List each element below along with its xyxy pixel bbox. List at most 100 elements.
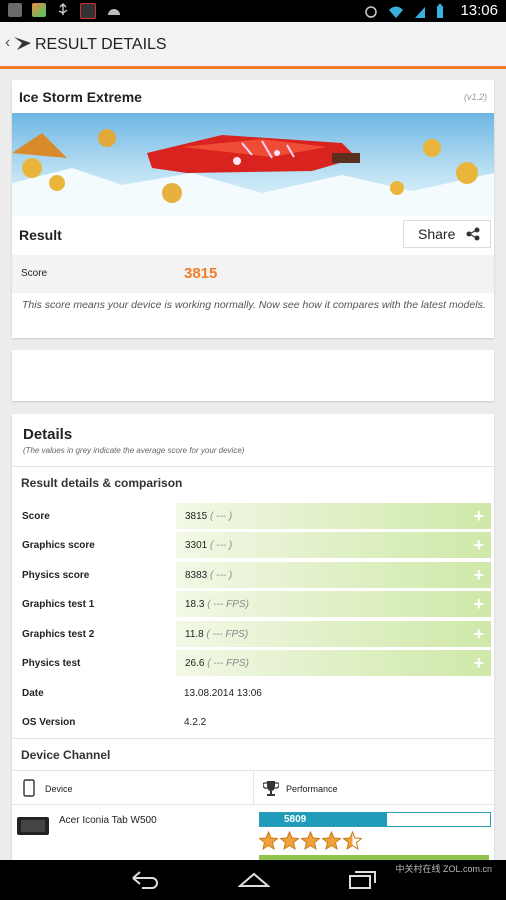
result-label: Result bbox=[19, 227, 62, 243]
detail-value: 3815 bbox=[185, 511, 208, 522]
performance-value: 5809 bbox=[284, 814, 307, 825]
details-title: Details bbox=[23, 426, 73, 443]
gallery-notification-icon bbox=[32, 3, 46, 17]
detail-value-bar: 8383 ( --- ) + bbox=[176, 562, 491, 588]
expand-plus-icon[interactable]: + bbox=[473, 535, 484, 556]
watermark: 中关村在线 ZOL.com.cn bbox=[395, 864, 492, 874]
detail-row-physics-test[interactable]: Physics test 26.6 ( --- FPS) + bbox=[12, 649, 494, 677]
screenshot-notification-icon bbox=[8, 3, 22, 17]
share-icon bbox=[466, 227, 480, 246]
performance-column-header: Performance bbox=[286, 784, 338, 794]
detail-row-os-version: OS Version 4.2.2 bbox=[12, 708, 494, 736]
share-label: Share bbox=[418, 226, 456, 242]
device-table-header: Device Performance bbox=[12, 770, 494, 805]
device-row[interactable]: Acer Iconia Tab W500 5809 bbox=[12, 804, 494, 851]
comparison-section-header: Result details & comparison bbox=[12, 466, 494, 499]
detail-label: Graphics test 1 bbox=[22, 599, 95, 610]
detail-value-bar: 26.6 ( --- FPS) + bbox=[176, 650, 491, 676]
detail-row-graphics-test-1[interactable]: Graphics test 1 18.3 ( --- FPS) + bbox=[12, 590, 494, 618]
detail-value: 11.8 bbox=[185, 629, 204, 640]
device-channel-title: Device Channel bbox=[21, 748, 111, 762]
device-channel-header: Device Channel bbox=[12, 738, 494, 771]
detail-value: 3301 bbox=[185, 540, 208, 551]
detail-label: Physics test bbox=[22, 658, 81, 669]
rating-stars bbox=[259, 831, 362, 850]
expand-plus-icon[interactable]: + bbox=[473, 506, 484, 527]
result-row: Result Share bbox=[12, 216, 494, 252]
star-icon bbox=[259, 831, 278, 850]
ad-placeholder bbox=[12, 350, 494, 401]
score-label: Score bbox=[21, 268, 48, 279]
result-card: Ice Storm Extreme (v1.2) Result Share Sc… bbox=[12, 80, 494, 338]
os-label: OS Version bbox=[22, 717, 76, 728]
test-header: Ice Storm Extreme (v1.2) bbox=[12, 80, 494, 113]
signal-icon bbox=[414, 5, 426, 24]
trophy-icon bbox=[262, 779, 280, 802]
phone-icon bbox=[23, 779, 35, 802]
back-chevron-icon[interactable]: ‹ bbox=[5, 34, 10, 52]
device-name: Acer Iconia Tab W500 bbox=[59, 815, 157, 826]
detail-label: Graphics score bbox=[22, 540, 95, 551]
detail-average: ( --- ) bbox=[210, 570, 233, 581]
expand-plus-icon[interactable]: + bbox=[473, 624, 484, 645]
details-subtitle: (The values in grey indicate the average… bbox=[23, 446, 245, 455]
os-value: 4.2.2 bbox=[184, 717, 207, 728]
detail-average: ( --- FPS) bbox=[206, 629, 249, 640]
alarm-icon bbox=[364, 5, 378, 24]
detail-average: ( --- ) bbox=[210, 540, 233, 551]
detail-row-graphics-score[interactable]: Graphics score 3301 ( --- ) + bbox=[12, 531, 494, 559]
recent-apps-nav-icon[interactable] bbox=[348, 870, 378, 895]
performance-bar-fill bbox=[260, 813, 387, 826]
tablet-thumbnail-icon bbox=[16, 815, 50, 842]
app-notification-icon bbox=[80, 3, 96, 19]
device-column-header: Device bbox=[45, 784, 73, 794]
detail-row-physics-score[interactable]: Physics score 8383 ( --- ) + bbox=[12, 561, 494, 589]
detail-value-bar: 11.8 ( --- FPS) + bbox=[176, 621, 491, 647]
detail-value: 8383 bbox=[185, 570, 208, 581]
date-label: Date bbox=[22, 688, 44, 699]
detail-value-bar: 3301 ( --- ) + bbox=[176, 532, 491, 558]
star-icon bbox=[343, 831, 362, 850]
test-banner-image bbox=[12, 113, 494, 216]
test-name: Ice Storm Extreme bbox=[19, 89, 142, 105]
details-card: Details (The values in grey indicate the… bbox=[12, 414, 494, 860]
back-nav-icon[interactable] bbox=[130, 870, 160, 895]
detail-row-date: Date 13.08.2014 13:06 bbox=[12, 679, 494, 707]
star-icon bbox=[301, 831, 320, 850]
expand-plus-icon[interactable]: + bbox=[473, 594, 484, 615]
detail-value: 26.6 bbox=[185, 658, 205, 669]
test-version: (v1.2) bbox=[463, 92, 487, 102]
score-note: This score means your device is working … bbox=[22, 299, 486, 311]
android-icon bbox=[106, 3, 120, 17]
performance-bar: 5809 bbox=[259, 812, 491, 827]
detail-average: ( --- ) bbox=[210, 511, 233, 522]
date-value: 13.08.2014 13:06 bbox=[184, 688, 262, 699]
expand-plus-icon[interactable]: + bbox=[473, 565, 484, 586]
score-value: 3815 bbox=[184, 265, 218, 282]
status-bar: 13:06 bbox=[0, 0, 506, 22]
share-button[interactable]: Share bbox=[403, 220, 491, 248]
wifi-icon bbox=[388, 5, 404, 24]
detail-label: Physics score bbox=[22, 570, 90, 581]
star-icon bbox=[322, 831, 341, 850]
home-nav-icon[interactable] bbox=[237, 870, 271, 895]
battery-icon bbox=[436, 4, 444, 24]
score-row: Score 3815 bbox=[12, 255, 494, 293]
page-title: RESULT DETAILS bbox=[35, 36, 167, 53]
detail-row-graphics-test-2[interactable]: Graphics test 2 11.8 ( --- FPS) + bbox=[12, 620, 494, 648]
detail-label: Score bbox=[22, 511, 50, 522]
3dmark-logo-icon[interactable] bbox=[13, 34, 33, 57]
detail-average: ( --- FPS) bbox=[207, 658, 249, 669]
detail-average: ( --- FPS) bbox=[207, 599, 249, 610]
detail-value-bar: 18.3 ( --- FPS) + bbox=[176, 591, 491, 617]
expand-plus-icon[interactable]: + bbox=[473, 653, 484, 674]
app-bar: ‹ RESULT DETAILS bbox=[0, 22, 506, 69]
detail-value: 18.3 bbox=[185, 599, 205, 610]
clock: 13:06 bbox=[460, 2, 498, 19]
detail-label: Graphics test 2 bbox=[22, 629, 95, 640]
usb-icon bbox=[56, 3, 70, 17]
detail-value-bar: 3815 ( --- ) + bbox=[176, 503, 491, 529]
comparison-section-title: Result details & comparison bbox=[21, 476, 183, 490]
detail-row-score[interactable]: Score 3815 ( --- ) + bbox=[12, 502, 494, 530]
star-icon bbox=[280, 831, 299, 850]
